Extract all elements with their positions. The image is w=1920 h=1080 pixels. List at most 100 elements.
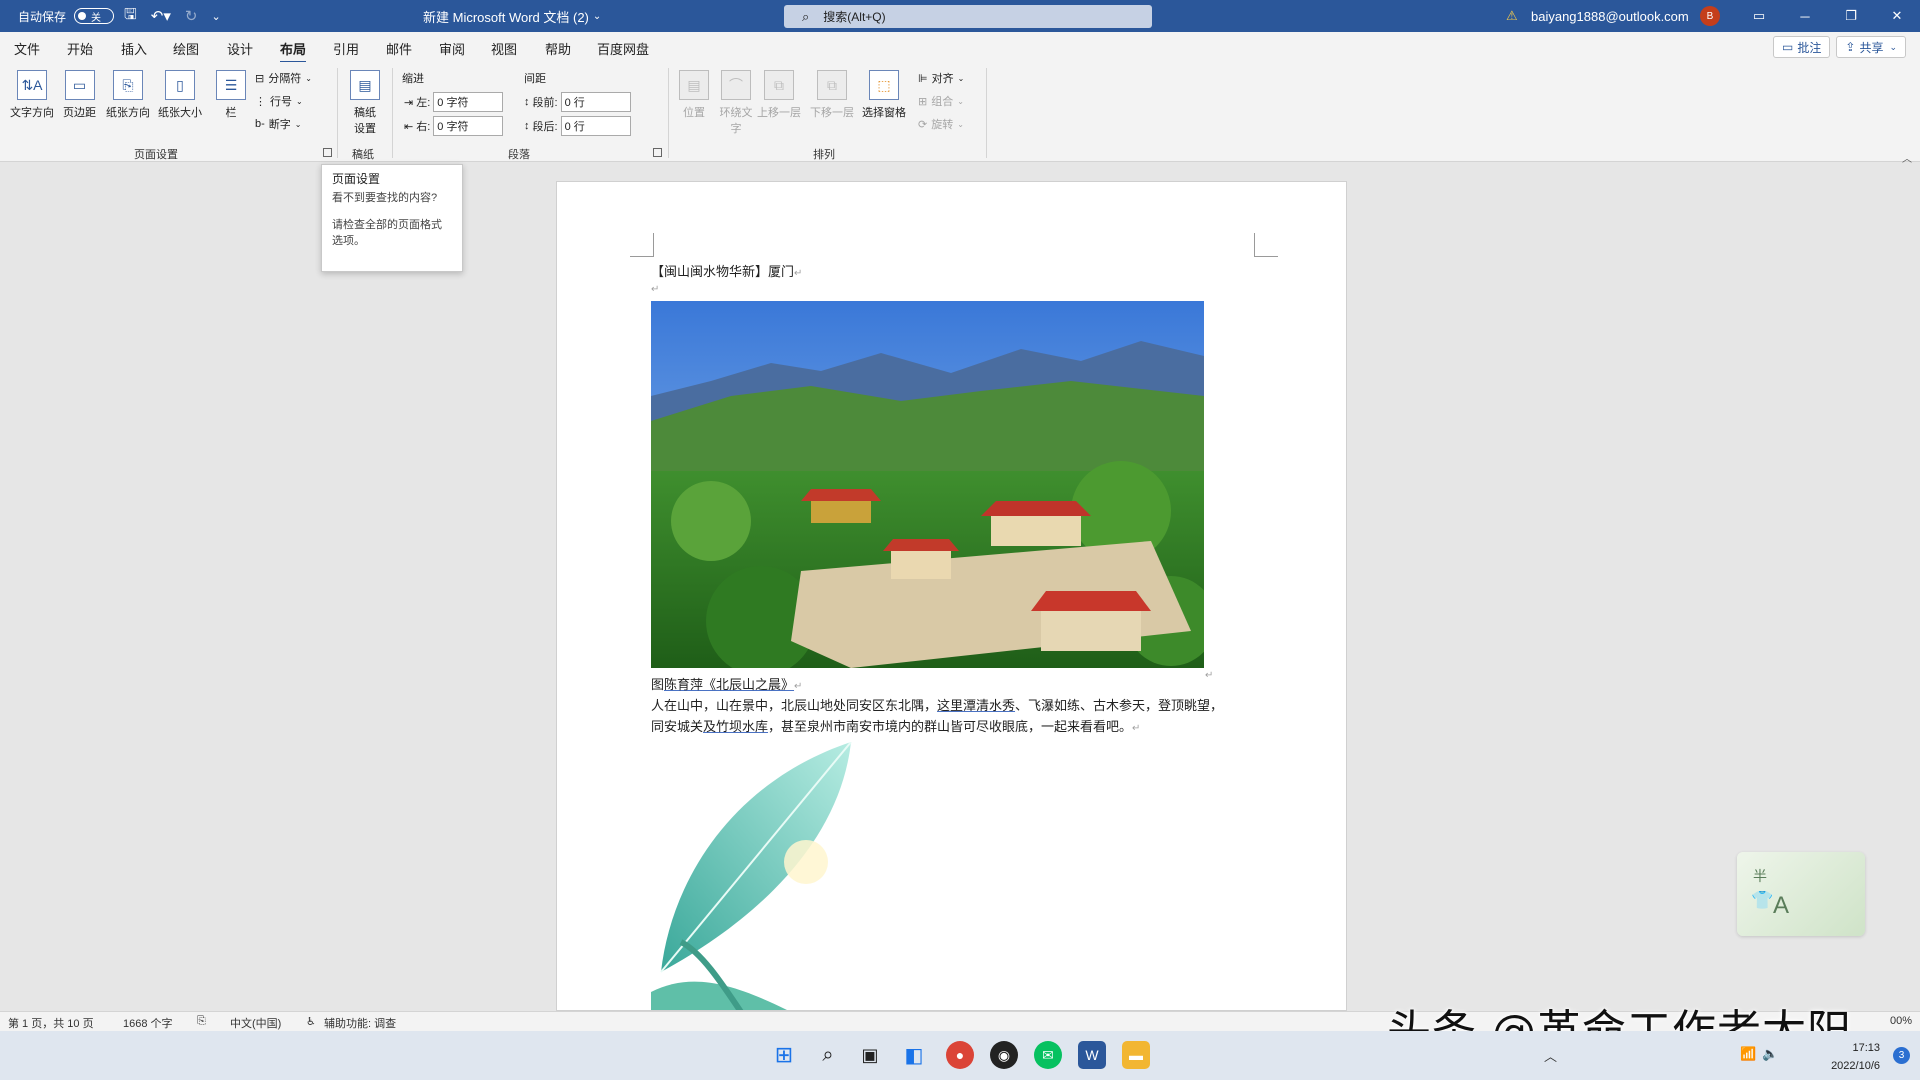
autosave-state: 关 xyxy=(91,12,102,24)
wrap-text-button[interactable]: ⌒ 环绕文字 xyxy=(716,70,756,136)
collapse-ribbon-icon[interactable]: ︿ xyxy=(1902,150,1912,165)
accessibility-status[interactable]: 辅助功能: 调查 xyxy=(324,1015,396,1031)
page-setup-tooltip: 页面设置 看不到要查找的内容? 请检查全部的页面格式选项。 xyxy=(321,164,463,272)
text-direction-button[interactable]: ⇅A 文字方向 xyxy=(10,70,54,120)
autosave-label: 自动保存 xyxy=(18,9,67,24)
bring-forward-button[interactable]: ⧉ 上移一层 xyxy=(757,70,801,120)
space-before-input[interactable]: 0 行 xyxy=(560,92,631,112)
chevron-down-icon: ⌄ xyxy=(957,73,965,83)
title-bar: 自动保存 关 🖫 ↶▾ ↻ ⌄ 新建 Microsoft Word 文档 (2)… xyxy=(0,0,1920,32)
task-view-icon[interactable]: ▣ xyxy=(856,1041,884,1069)
restore-icon[interactable]: ❐ xyxy=(1828,8,1874,24)
hyphenation-button[interactable]: b- 断字 ⌄ xyxy=(255,116,301,132)
wifi-icon[interactable]: 📶 xyxy=(1740,1046,1756,1062)
line-numbers-button[interactable]: ⋮ 行号 ⌄ xyxy=(255,93,303,109)
decorative-leaf-image[interactable] xyxy=(651,742,871,1011)
page-setup-launcher-icon[interactable] xyxy=(323,148,332,157)
close-icon[interactable]: ✕ xyxy=(1874,8,1920,24)
landscape-photo[interactable] xyxy=(651,301,1204,668)
manuscript-settings-button[interactable]: ▤ 稿纸 设置 xyxy=(350,70,380,136)
position-button[interactable]: ▤ 位置 xyxy=(679,70,709,120)
proofing-icon[interactable]: ⎘ xyxy=(197,1015,206,1028)
paragraph-mark-icon: ↵ xyxy=(1205,670,1214,681)
ribbon-display-icon[interactable]: ▭ xyxy=(1736,8,1782,24)
chevron-down-icon: ⌄ xyxy=(957,119,964,129)
language-status[interactable]: 中文(中国) xyxy=(230,1015,281,1031)
avatar[interactable]: B xyxy=(1700,6,1720,26)
paragraph-launcher-icon[interactable] xyxy=(653,148,662,157)
wechat-icon[interactable]: ✉ xyxy=(1034,1041,1062,1069)
body-paragraph-line1[interactable]: 人在山中，山在景中，北辰山地处同安区东北隅，这里潭清水秀、飞瀑如练、古木参天，登… xyxy=(651,695,1223,714)
doc-heading[interactable]: 【闽山闽水物华新】厦门↵ xyxy=(651,261,802,280)
margins-button[interactable]: ▭ 页边距 xyxy=(63,70,96,120)
floating-ime-widget[interactable]: 半 👕 A xyxy=(1737,852,1865,936)
taskbar: ⊞ ⌕ ▣ ◧ ● ◉ ✉ W ▬ ︿ 📶 🔈 17:13 2022/10/6 … xyxy=(0,1031,1920,1080)
word-count[interactable]: 1668 个字 xyxy=(123,1015,173,1031)
account-email[interactable]: baiyang1888@outlook.com xyxy=(1531,0,1689,32)
group-button[interactable]: ⊞ 组合 ⌄ xyxy=(918,93,964,109)
start-icon[interactable]: ⊞ xyxy=(770,1041,798,1069)
margins-label: 页边距 xyxy=(63,107,96,119)
comments-button[interactable]: ▭ 批注 xyxy=(1773,36,1831,58)
app-icon[interactable]: ◉ xyxy=(990,1041,1018,1069)
indent-right-input[interactable]: 0 字符 xyxy=(433,116,504,136)
space-after-input[interactable]: 0 行 xyxy=(560,116,631,136)
clock[interactable]: 17:13 2022/10/6 xyxy=(1831,1040,1880,1075)
undo-icon[interactable]: ↶▾ xyxy=(151,7,171,25)
breaks-button[interactable]: ⊟ 分隔符 ⌄ xyxy=(255,70,312,86)
photo-caption[interactable]: 图陈育萍《北辰山之晨》↵ xyxy=(651,674,802,693)
search-box[interactable]: ⌕ 搜索(Alt+Q) xyxy=(784,5,1152,28)
redo-icon[interactable]: ↻ xyxy=(185,7,198,25)
indent-left-input[interactable]: 0 字符 xyxy=(433,92,504,112)
rotate-label: 旋转 xyxy=(931,119,954,131)
search-icon[interactable]: ⌕ xyxy=(814,1041,842,1069)
autosave-toggle[interactable]: 关 xyxy=(74,8,115,24)
empty-paragraph[interactable]: ↵ xyxy=(651,280,659,295)
document-page[interactable]: 【闽山闽水物华新】厦门↵ ↵ ↵ 图陈育萍《北辰山之晨》↵ 人在山中，山在景中，… xyxy=(556,181,1347,1011)
tab-baidu-netdisk[interactable]: 百度网盘 xyxy=(597,39,649,58)
document-title[interactable]: 新建 Microsoft Word 文档 (2) ⌄ xyxy=(423,0,601,32)
send-backward-button[interactable]: ⧉ 下移一层 xyxy=(810,70,854,120)
volume-icon[interactable]: 🔈 xyxy=(1762,1046,1778,1062)
tab-review[interactable]: 审阅 xyxy=(439,39,465,58)
notification-badge[interactable]: 3 xyxy=(1893,1047,1910,1064)
customize-qat-icon[interactable]: ⌄ xyxy=(211,10,220,23)
caption-link[interactable]: 陈育萍《北辰山之晨》 xyxy=(664,677,794,692)
chevron-up-icon[interactable]: ︿ xyxy=(1544,1046,1557,1065)
group-divider xyxy=(337,68,338,158)
size-button[interactable]: ▯ 纸张大小 xyxy=(158,70,202,120)
rotate-icon: ⟳ xyxy=(918,118,928,131)
autosave-control[interactable]: 自动保存 关 xyxy=(18,0,115,32)
warning-icon[interactable]: ⚠ xyxy=(1506,0,1518,32)
minimize-icon[interactable]: ─ xyxy=(1782,9,1828,24)
chevron-down-icon: ⌄ xyxy=(1889,41,1897,52)
tab-view[interactable]: 视图 xyxy=(491,39,517,58)
save-icon[interactable]: 🖫 xyxy=(124,4,137,29)
word-icon[interactable]: W xyxy=(1078,1041,1106,1069)
tab-home[interactable]: 开始 xyxy=(67,39,93,58)
widgets-icon[interactable]: ◧ xyxy=(900,1041,928,1069)
share-button[interactable]: ⇪ 共享 ⌄ xyxy=(1836,36,1906,58)
tab-file[interactable]: 文件 xyxy=(14,39,40,58)
tab-design[interactable]: 设计 xyxy=(227,39,253,58)
ribbon-layout: ⇅A 文字方向 ▭ 页边距 ⎘ 纸张方向 ▯ 纸张大小 ☰ 栏 ⊟ 分隔符 ⌄ … xyxy=(0,62,1920,165)
zoom-level[interactable]: 00% xyxy=(1890,1015,1912,1027)
rotate-button[interactable]: ⟳ 旋转 ⌄ xyxy=(918,116,964,132)
tab-mailings[interactable]: 邮件 xyxy=(386,39,412,58)
body-text: ，甚至泉州市南安市境内的群山皆可尽收眼底，一起来看看吧。 xyxy=(768,719,1133,734)
paragraph-mark-icon: ↵ xyxy=(651,284,660,295)
selection-pane-button[interactable]: ⬚ 选择窗格 xyxy=(862,70,906,120)
tab-insert[interactable]: 插入 xyxy=(121,39,147,58)
tab-layout[interactable]: 布局 xyxy=(280,39,307,64)
file-explorer-icon[interactable]: ▬ xyxy=(1122,1041,1150,1069)
tab-references[interactable]: 引用 xyxy=(333,39,359,58)
tab-draw[interactable]: 绘图 xyxy=(173,39,199,58)
body-text: 人在山中，山在景中，北辰山地处同安区东北隅， xyxy=(651,698,938,713)
page-info[interactable]: 第 1 页，共 10 页 xyxy=(8,1015,94,1031)
body-paragraph-line2[interactable]: 同安城关及竹坝水库，甚至泉州市南安市境内的群山皆可尽收眼底，一起来看看吧。↵ xyxy=(651,716,1140,735)
columns-button[interactable]: ☰ 栏 xyxy=(216,70,246,120)
chrome-icon[interactable]: ● xyxy=(946,1041,974,1069)
align-button[interactable]: ⊫ 对齐 ⌄ xyxy=(918,70,964,86)
orientation-button[interactable]: ⎘ 纸张方向 xyxy=(106,70,150,120)
tab-help[interactable]: 帮助 xyxy=(545,39,571,58)
